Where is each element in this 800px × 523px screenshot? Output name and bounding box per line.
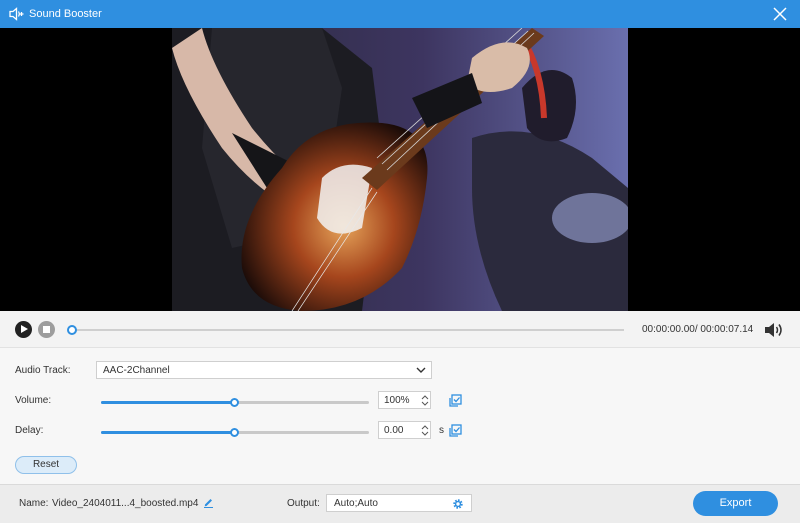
volume-slider-knob[interactable] [230,398,239,407]
pencil-icon[interactable] [203,497,214,508]
total-time: 00:00:07.14 [700,324,754,335]
stepper-down-icon[interactable] [421,401,429,407]
reset-button[interactable]: Reset [15,456,77,474]
audio-settings-panel: Audio Track: AAC-2Channel Volume: Delay:… [0,348,800,484]
video-frame-image [172,28,628,311]
name-label: Name: [19,498,49,509]
volume-icon[interactable] [764,321,784,339]
output-value: Auto;Auto [334,498,378,509]
current-time: 00:00:00.00 [642,324,695,335]
audio-track-dropdown[interactable]: AAC-2Channel [96,361,432,379]
audio-track-label: Audio Track: [15,365,71,376]
footer-bar: Name: Video_2404011...4_boosted.mp4 Outp… [0,484,800,523]
delay-stepper[interactable] [378,421,431,439]
file-name: Video_2404011...4_boosted.mp4 [52,498,199,509]
delay-slider-fill [101,431,235,434]
video-preview [0,28,800,311]
apply-to-all-icon[interactable] [449,394,462,407]
close-icon[interactable] [773,7,787,21]
apply-to-all-icon[interactable] [449,424,462,437]
export-button[interactable]: Export [693,491,778,516]
delay-unit: s [439,425,444,436]
volume-input[interactable] [384,395,416,406]
output-settings-field[interactable]: Auto;Auto [326,494,472,512]
volume-label: Volume: [15,395,52,406]
stepper-up-icon[interactable] [421,424,429,430]
progress-knob[interactable] [67,325,77,335]
video-frame [172,28,628,311]
audio-track-value: AAC-2Channel [103,365,170,376]
play-button[interactable] [15,321,32,338]
gear-icon[interactable] [452,498,464,510]
stepper-down-icon[interactable] [421,431,429,437]
volume-slider-fill [101,401,235,404]
delay-slider-knob[interactable] [230,428,239,437]
delay-input[interactable] [384,425,416,436]
delay-label: Delay: [15,425,44,436]
stepper-up-icon[interactable] [421,394,429,400]
stop-button[interactable] [38,321,55,338]
playback-controls: 00:00:00.00/ 00:00:07.14 [0,311,800,348]
volume-stepper[interactable] [378,391,431,409]
window-title: Sound Booster [29,8,102,20]
output-label: Output: [287,498,320,509]
chevron-down-icon [416,367,426,373]
progress-track[interactable] [72,329,624,331]
speaker-plus-icon [9,7,24,21]
time-display: 00:00:00.00/ 00:00:07.14 [642,324,753,335]
title-bar: Sound Booster [0,0,800,28]
